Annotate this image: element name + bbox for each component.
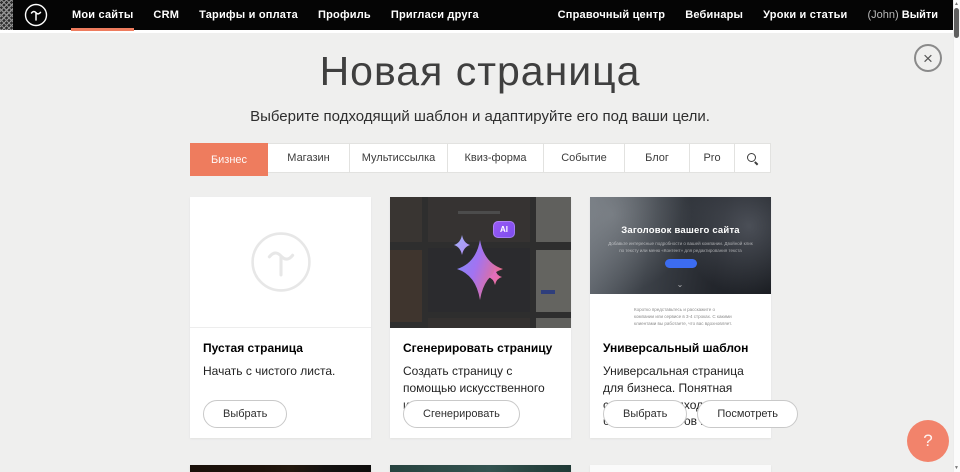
- template-preview: Заголовок вашего сайта Добавьте интересн…: [590, 197, 771, 328]
- scroll-down-arrow[interactable]: ▼: [953, 465, 960, 471]
- template-text-section: Коротко представьтесь и расскажите о ком…: [590, 294, 771, 328]
- top-navbar: Мои сайты CRM Тарифы и оплата Профиль Пр…: [0, 0, 960, 30]
- card-title: Пустая страница: [203, 341, 358, 355]
- main-nav: Мои сайты CRM Тарифы и оплата Профиль Пр…: [62, 0, 489, 30]
- search-icon: [746, 152, 759, 165]
- page-title: Новая страница: [0, 48, 960, 95]
- card-next-row-1-image: [190, 465, 371, 472]
- user-name: (John): [868, 9, 899, 21]
- card-next-row-3[interactable]: [590, 465, 771, 472]
- blank-page-preview: [190, 197, 371, 328]
- card-blank-page[interactable]: Пустая страница Начать с чистого листа. …: [190, 197, 371, 438]
- page-subtitle: Выберите подходящий шаблон и адаптируйте…: [0, 108, 960, 125]
- card-body: Пустая страница Начать с чистого листа. …: [190, 328, 371, 438]
- card-body: Универсальный шаблон Универсальная стран…: [590, 328, 771, 438]
- tilda-logo[interactable]: [24, 3, 48, 27]
- tab-quiz-form[interactable]: Квиз-форма: [448, 144, 544, 172]
- card-next-row-2[interactable]: [390, 465, 571, 472]
- card-ai-generate[interactable]: AI Сгенерировать страницу Создать страни…: [390, 197, 571, 438]
- select-template-button[interactable]: Выбрать: [603, 400, 687, 428]
- card-universal-template[interactable]: Заголовок вашего сайта Добавьте интересн…: [590, 197, 771, 438]
- view-template-button[interactable]: Посмотреть: [697, 400, 798, 428]
- nav-tariffs[interactable]: Тарифы и оплата: [189, 0, 308, 30]
- tab-event[interactable]: Событие: [544, 144, 625, 172]
- help-button[interactable]: ?: [907, 420, 949, 462]
- tilda-logo-icon: [24, 3, 48, 27]
- template-body-text: Коротко представьтесь и расскажите о ком…: [634, 307, 736, 328]
- close-button[interactable]: ×: [914, 44, 942, 72]
- nav-help-center[interactable]: Справочный центр: [548, 0, 676, 30]
- chevron-down-icon: ⌄: [676, 281, 684, 289]
- nav-invite-friend[interactable]: Пригласи друга: [381, 0, 489, 30]
- template-hero: Заголовок вашего сайта Добавьте интересн…: [590, 197, 771, 294]
- card-next-row-3-image: [590, 465, 771, 472]
- template-category-tabs: Бизнес Магазин Мультиссылка Квиз-форма С…: [190, 143, 771, 173]
- nav-crm[interactable]: CRM: [143, 0, 189, 30]
- tab-business[interactable]: Бизнес: [190, 143, 268, 176]
- header-divider: [0, 30, 960, 33]
- scrollbar-thumb[interactable]: [954, 8, 959, 38]
- secondary-nav: Справочный центр Вебинары Уроки и статьи…: [548, 0, 960, 30]
- tab-pro[interactable]: Pro: [690, 144, 735, 172]
- template-hero-heading: Заголовок вашего сайта: [590, 225, 771, 236]
- nav-my-sites[interactable]: Мои сайты: [62, 0, 143, 30]
- card-title: Сгенерировать страницу: [403, 341, 558, 355]
- card-description: Начать с чистого листа.: [203, 363, 358, 380]
- nav-profile[interactable]: Профиль: [308, 0, 381, 30]
- ai-badge: AI: [493, 221, 515, 238]
- nav-webinars[interactable]: Вебинары: [675, 0, 753, 30]
- ai-preview: AI: [390, 197, 571, 328]
- generate-button[interactable]: Сгенерировать: [403, 400, 520, 428]
- template-hero-button: [665, 259, 697, 268]
- select-blank-button[interactable]: Выбрать: [203, 400, 287, 428]
- template-hero-subtext: Добавьте интересные подробности о вашей …: [608, 241, 753, 255]
- card-title: Универсальный шаблон: [603, 341, 758, 355]
- card-next-row-2-image: [390, 465, 571, 472]
- edge-texture: [0, 0, 13, 30]
- card-body: Сгенерировать страницу Создать страницу …: [390, 328, 571, 438]
- card-next-row-1[interactable]: [190, 465, 371, 472]
- tab-shop[interactable]: Магазин: [268, 144, 350, 172]
- tab-search[interactable]: [735, 144, 770, 172]
- tab-blog[interactable]: Блог: [625, 144, 690, 172]
- tab-multilink[interactable]: Мультиссылка: [350, 144, 448, 172]
- user-logout[interactable]: (John) Выйти: [858, 9, 939, 21]
- tilda-watermark-icon: [250, 231, 312, 293]
- page-scrollbar[interactable]: ▲ ▼: [953, 0, 960, 472]
- logout-link[interactable]: Выйти: [902, 9, 938, 21]
- scroll-up-arrow[interactable]: ▲: [953, 1, 960, 7]
- ai-sparkle-icon: [390, 197, 571, 328]
- nav-lessons[interactable]: Уроки и статьи: [753, 0, 857, 30]
